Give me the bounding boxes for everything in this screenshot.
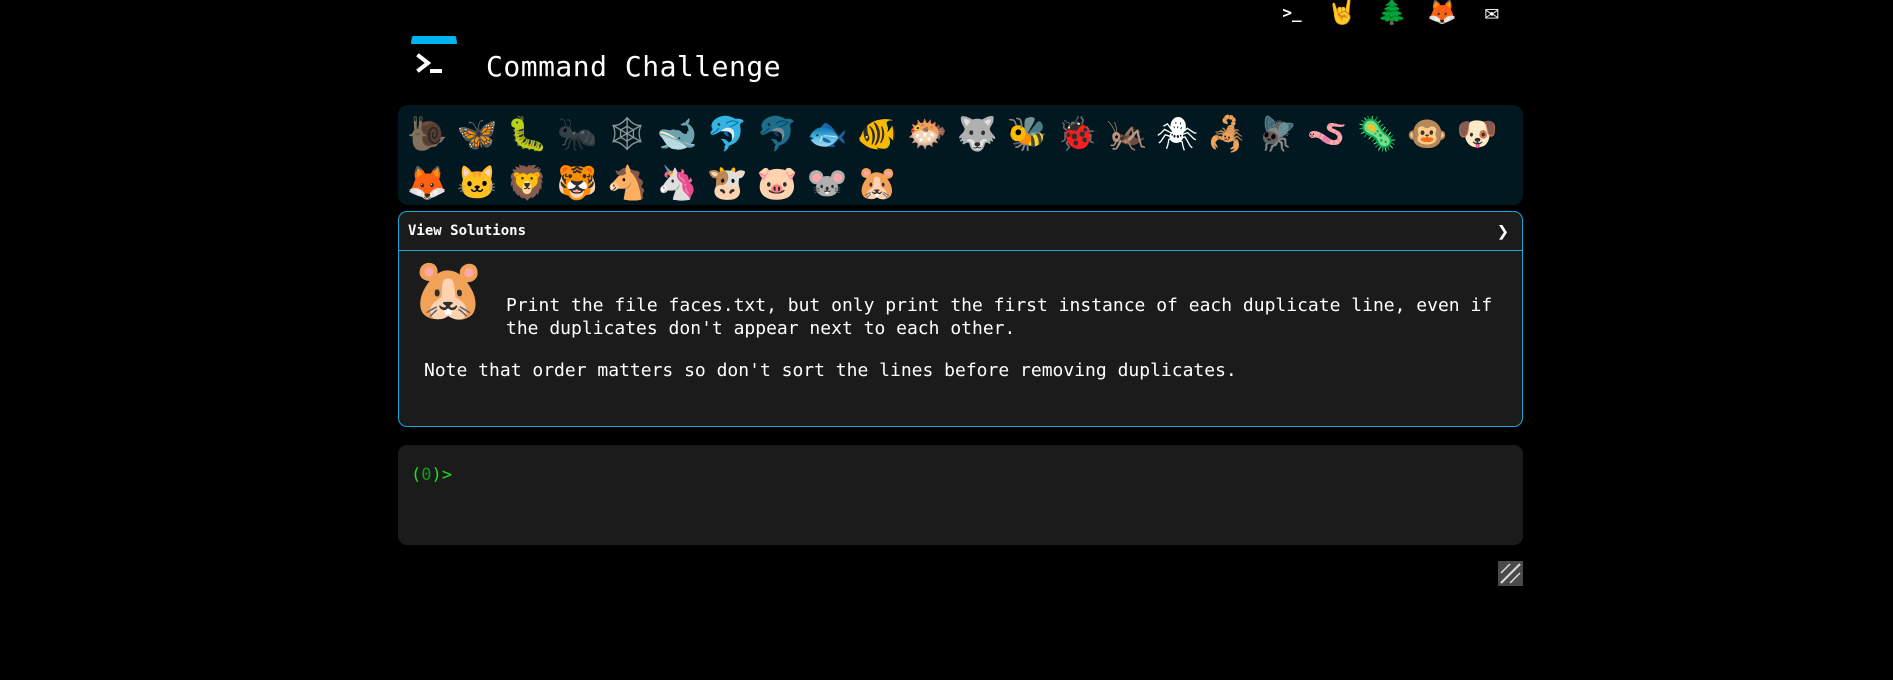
challenge-pufferfish-icon[interactable]: 🐡 (902, 109, 952, 158)
terminal-prompt: (0)> (411, 465, 452, 485)
challenge-shark-icon[interactable]: 🐬 (752, 109, 802, 158)
challenge-tropical-fish-icon[interactable]: 🐠 (852, 109, 902, 158)
challenge-fly-icon[interactable]: 🪰 (1252, 109, 1302, 158)
mail-icon[interactable]: ✉ (1474, 0, 1510, 26)
challenge-bug-icon[interactable]: 🐛 (502, 109, 552, 158)
tree-icon[interactable]: 🌲 (1374, 0, 1410, 26)
challenge-description: Print the file faces.txt, but only print… (506, 295, 1493, 339)
challenge-fox-icon[interactable]: 🦊 (402, 158, 452, 207)
terminal-logo-icon[interactable] (408, 21, 460, 88)
prompt-count: 0 (421, 465, 432, 485)
challenge-worm-icon[interactable]: 🪱 (1302, 109, 1352, 158)
challenge-whale-icon[interactable]: 🐋 (652, 109, 702, 158)
challenge-cow-icon[interactable]: 🐮 (702, 158, 752, 207)
challenge-bee-icon[interactable]: 🐝 (1002, 109, 1052, 158)
terminal-link-icon[interactable]: >_ (1274, 0, 1310, 24)
challenge-mouse-icon[interactable]: 🐭 (802, 158, 852, 207)
challenge-note: Note that order matters so don't sort th… (424, 360, 1237, 381)
challenge-panel: View Solutions ❯ 🐹 Print the file faces.… (398, 211, 1523, 427)
challenge-hamster-icon[interactable]: 🐹 (852, 158, 902, 207)
challenge-spider-web-icon[interactable]: 🕸 (602, 109, 652, 158)
feedback-icon[interactable] (1498, 561, 1523, 586)
top-icon-bar: >_ 🤘 🌲 🦊 ✉ (1274, 0, 1524, 26)
gitlab-icon[interactable]: 🦊 (1424, 0, 1460, 26)
challenge-lion-icon[interactable]: 🦁 (502, 158, 552, 207)
challenge-butterfly-icon[interactable]: 🦋 (452, 109, 502, 158)
challenge-horse-icon[interactable]: 🐴 (602, 158, 652, 207)
challenge-microbe-icon[interactable]: 🦠 (1352, 109, 1402, 158)
challenge-wolf-icon[interactable]: 🐺 (952, 109, 1002, 158)
terminal-input[interactable]: (0)> (398, 445, 1523, 545)
challenge-fish-icon[interactable]: 🐟 (802, 109, 852, 158)
challenge-dog-icon[interactable]: 🐶 (1452, 109, 1502, 158)
challenge-cat-icon[interactable]: 🐱 (452, 158, 502, 207)
challenge-grid: 🐌 🦋 🐛 🐜 🕸 🐋 🐬 🐬 🐟 🐠 🐡 🐺 🐝 🐞 🦗 🕷 🦂 🪰 🪱 🦠 🐵 🐶 🦊 🐱 🦁 🐯 🐴 🦄 🐮 🐷 🐭 🐹 (398, 105, 1523, 205)
challenge-scorpion-icon[interactable]: 🦂 (1202, 109, 1252, 158)
hamster-face-icon: 🐹 (411, 255, 486, 325)
challenge-dolphin-icon[interactable]: 🐬 (702, 109, 752, 158)
prompt-close: )> (431, 465, 452, 485)
challenge-ladybug-icon[interactable]: 🐞 (1052, 109, 1102, 158)
challenge-monkey-icon[interactable]: 🐵 (1402, 109, 1452, 158)
page-title: Command Challenge (486, 50, 782, 83)
view-solutions-label: View Solutions (408, 223, 527, 239)
challenge-spider-icon[interactable]: 🕷 (1152, 109, 1202, 158)
chevron-right-icon: ❯ (1496, 219, 1509, 243)
challenge-tiger-icon[interactable]: 🐯 (552, 158, 602, 207)
challenge-ant-icon[interactable]: 🐜 (552, 109, 602, 158)
challenge-cricket-icon[interactable]: 🦗 (1102, 109, 1152, 158)
rock-hand-icon[interactable]: 🤘 (1324, 0, 1360, 26)
view-solutions-toggle[interactable]: View Solutions ❯ (399, 212, 1522, 251)
challenge-unicorn-icon[interactable]: 🦄 (652, 158, 702, 207)
prompt-open: ( (411, 465, 422, 485)
challenge-pig-icon[interactable]: 🐷 (752, 158, 802, 207)
header: Command Challenge (398, 21, 1523, 94)
challenge-snail-icon[interactable]: 🐌 (402, 109, 452, 158)
